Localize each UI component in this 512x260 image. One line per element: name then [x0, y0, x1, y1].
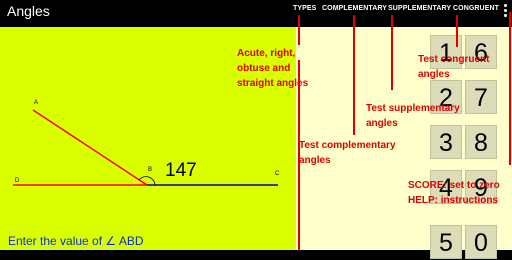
- help-score: SCORE: set to zero HELP: instructions: [408, 180, 500, 206]
- help-complementary: Test complementary angles: [299, 140, 396, 166]
- help-congruent: Test congruent angles: [418, 54, 490, 80]
- help-supplementary: Test supplementary angles: [366, 103, 460, 129]
- help-types: Acute, right, obtuse and straight angles: [237, 48, 309, 89]
